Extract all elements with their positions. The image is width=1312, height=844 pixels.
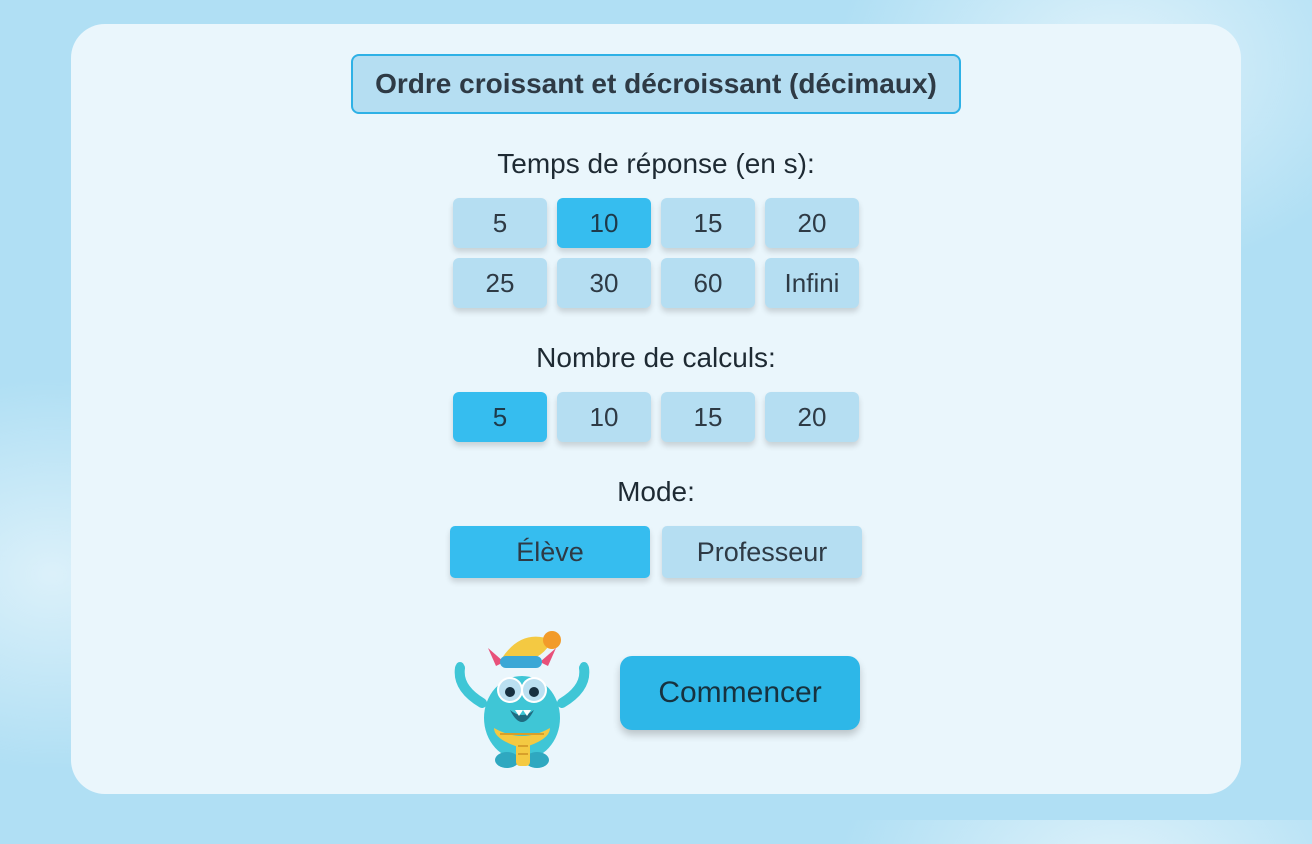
time-option-30[interactable]: 30 (557, 258, 651, 308)
count-options: 5101520 (446, 392, 866, 442)
time-option-60[interactable]: 60 (661, 258, 755, 308)
start-button[interactable]: Commencer (620, 656, 859, 730)
time-option-5[interactable]: 5 (453, 198, 547, 248)
time-option-20[interactable]: 20 (765, 198, 859, 248)
count-option-20[interactable]: 20 (765, 392, 859, 442)
time-label: Temps de réponse (en s): (111, 148, 1201, 180)
mode-option-élève[interactable]: Élève (450, 526, 650, 578)
time-options: 5101520 253060Infini (446, 198, 866, 308)
time-option-25[interactable]: 25 (453, 258, 547, 308)
mode-option-professeur[interactable]: Professeur (662, 526, 862, 578)
count-option-5[interactable]: 5 (453, 392, 547, 442)
page-title: Ordre croissant et décroissant (décimaux… (351, 54, 961, 114)
count-option-15[interactable]: 15 (661, 392, 755, 442)
mode-label: Mode: (111, 476, 1201, 508)
count-option-10[interactable]: 10 (557, 392, 651, 442)
monster-mascot-icon (452, 618, 592, 768)
settings-card: Ordre croissant et décroissant (décimaux… (71, 24, 1241, 794)
time-option-infini[interactable]: Infini (765, 258, 859, 308)
mode-options: ÉlèveProfesseur (111, 526, 1201, 578)
time-option-10[interactable]: 10 (557, 198, 651, 248)
count-label: Nombre de calculs: (111, 342, 1201, 374)
time-option-15[interactable]: 15 (661, 198, 755, 248)
bottom-row: Commencer (111, 618, 1201, 768)
